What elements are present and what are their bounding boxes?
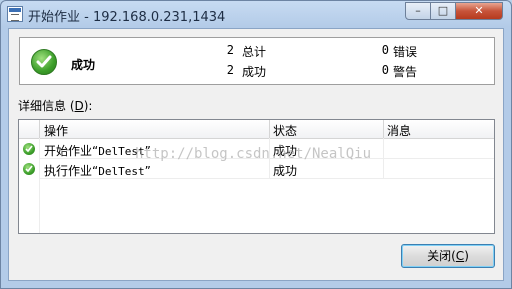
warning-count: 0: [381, 63, 389, 77]
dialog-content: 成功 2 总计 2 成功 0 错误 0 警告 详细信息 (D): 操作 状态 消…: [8, 28, 504, 281]
dialog-window: 开始作业 - 192.168.0.231,1434 – □ ✕ 成功 2 总计 …: [0, 0, 512, 289]
maximize-button[interactable]: □: [431, 2, 456, 20]
row-success-icon: [23, 163, 35, 175]
total-label: 总计: [242, 45, 267, 59]
close-button[interactable]: 关闭(C): [401, 244, 495, 268]
success-check-icon: [31, 49, 57, 75]
close-window-button[interactable]: ✕: [456, 2, 503, 20]
warning-label: 警告: [393, 65, 418, 79]
details-label: 详细信息 (D):: [18, 99, 93, 113]
row-success-icon: [23, 143, 35, 155]
column-header-message[interactable]: 消息: [387, 122, 411, 139]
row-action: 开始作业“DelTest”: [44, 144, 151, 158]
grid-header: 操作 状态 消息: [19, 120, 494, 139]
column-header-status[interactable]: 状态: [273, 122, 297, 139]
window-title: 开始作业 - 192.168.0.231,1434: [28, 10, 226, 25]
minimize-button[interactable]: –: [405, 2, 431, 20]
total-count: 2: [226, 43, 234, 57]
column-separator[interactable]: [269, 120, 270, 138]
row-status: 成功: [273, 164, 298, 178]
row-action: 执行作业“DelTest”: [44, 164, 151, 178]
summary-panel: 成功 2 总计 2 成功 0 错误 0 警告: [19, 37, 495, 85]
overall-status: 成功: [71, 58, 96, 72]
success-count: 2: [226, 63, 234, 77]
error-count: 0: [381, 43, 389, 57]
row-status: 成功: [273, 144, 298, 158]
column-separator: [39, 120, 40, 138]
column-header-action[interactable]: 操作: [44, 122, 68, 139]
table-row[interactable]: 执行作业“DelTest” 成功: [19, 159, 494, 179]
column-separator[interactable]: [383, 120, 384, 138]
table-row[interactable]: 开始作业“DelTest” 成功: [19, 139, 494, 159]
error-label: 错误: [393, 45, 418, 59]
details-grid[interactable]: 操作 状态 消息 开始作业“DelTest” 成功 执行作业“DelTest” …: [18, 119, 495, 234]
app-window-icon: [7, 6, 23, 22]
title-bar[interactable]: 开始作业 - 192.168.0.231,1434 – □ ✕: [1, 1, 511, 27]
row-divider: [39, 178, 494, 179]
success-label: 成功: [242, 65, 267, 79]
